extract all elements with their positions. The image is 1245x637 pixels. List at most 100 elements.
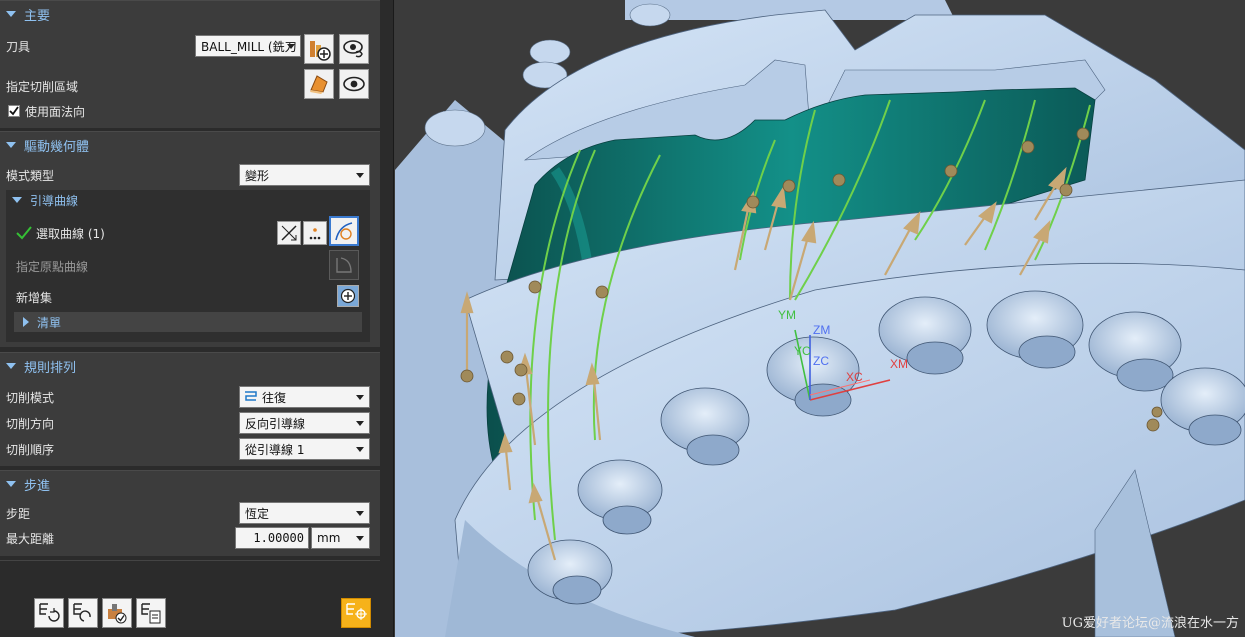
collapse-triangle-icon xyxy=(12,197,22,203)
step-value: 恆定 xyxy=(245,506,270,521)
cut-direction-label: 切削方向 xyxy=(6,416,55,431)
zigzag-icon xyxy=(245,391,257,401)
specify-origin-button[interactable] xyxy=(329,250,359,280)
operation-dialog-panel: 主要 刀具 BALL_MILL (銑刀 指定切削區域 使用面法向 驅動幾何體 模… xyxy=(0,0,394,637)
cut-order-row: 切削順序 從引導線 1 xyxy=(0,436,380,462)
chevron-down-icon xyxy=(356,536,364,541)
max-distance-label: 最大距離 xyxy=(6,531,55,546)
select-curve-label: 選取曲線 (1) xyxy=(36,226,105,241)
cut-mode-label: 切削模式 xyxy=(6,390,55,405)
axis-label-zm: ZM xyxy=(813,323,831,337)
pattern-group: 規則排列 切削模式 往復 切削方向 反向引導線 切削順序 從引導線 1 xyxy=(0,352,380,466)
display-tool-button[interactable] xyxy=(339,34,369,64)
expand-triangle-icon xyxy=(23,317,29,327)
stepover-group-header[interactable]: 步進 xyxy=(0,471,380,497)
tool-select-value: BALL_MILL (銑刀 xyxy=(201,39,297,54)
specify-origin-row: 指定原點曲線 xyxy=(6,253,370,279)
curve-rule-button[interactable] xyxy=(277,221,301,245)
drive-group-title: 驅動幾何體 xyxy=(24,139,90,155)
mode-type-row: 模式類型 變形 xyxy=(0,162,380,188)
new-tool-icon xyxy=(310,41,331,61)
guide-curves-header[interactable]: 引導曲線 xyxy=(6,190,370,210)
curve-arc-icon xyxy=(335,222,353,241)
cut-direction-value: 反向引導線 xyxy=(245,416,306,431)
pattern-group-header[interactable]: 規則排列 xyxy=(0,353,380,379)
display-tool-icon xyxy=(343,40,363,58)
replay-toolpath-icon xyxy=(73,603,91,622)
use-face-normal-row: 使用面法向 xyxy=(0,98,380,124)
display-cut-area-button[interactable] xyxy=(339,69,369,99)
replay-button[interactable] xyxy=(68,598,98,628)
axis-label-zc: ZC xyxy=(813,354,829,368)
stepover-group: 步進 步距 恆定 最大距離 1.00000 mm xyxy=(0,470,380,556)
graphics-viewport[interactable]: YM ZM YC ZC XC XM UG爱好者论坛@流浪在水一方 xyxy=(395,0,1245,637)
cut-mode-select[interactable]: 往復 xyxy=(239,386,370,408)
cut-mode-row: 切削模式 往復 xyxy=(0,384,380,410)
chevron-down-icon xyxy=(356,447,364,452)
step-select[interactable]: 恆定 xyxy=(239,502,370,524)
main-group-header[interactable]: 主要 xyxy=(0,1,380,27)
cut-direction-row: 切削方向 反向引導線 xyxy=(0,410,380,436)
part-model xyxy=(395,0,1245,637)
mode-type-select[interactable]: 變形 xyxy=(239,164,370,186)
list-toolpath-icon xyxy=(141,603,161,624)
main-group: 主要 刀具 BALL_MILL (銑刀 指定切削區域 使用面法向 xyxy=(0,0,380,128)
use-face-normal-checkbox[interactable] xyxy=(8,105,20,117)
mode-type-value: 變形 xyxy=(245,168,270,183)
chevron-down-icon xyxy=(356,421,364,426)
unit-select[interactable]: mm xyxy=(311,527,370,549)
operation-options-icon xyxy=(346,603,367,620)
add-circle-icon xyxy=(340,288,356,304)
tool-label: 刀具 xyxy=(6,39,31,54)
cut-area-icon xyxy=(310,75,328,94)
collapse-triangle-icon xyxy=(6,142,16,148)
chevron-down-icon xyxy=(356,511,364,516)
axis-label-ym: YM xyxy=(778,308,796,322)
add-set-button[interactable] xyxy=(337,285,359,307)
check-green-icon xyxy=(16,226,32,240)
chevron-down-icon xyxy=(356,395,364,400)
list-toolpath-button[interactable] xyxy=(136,598,166,628)
curve-select-active-button[interactable] xyxy=(329,216,359,246)
generate-toolpath-icon xyxy=(39,603,60,622)
origin-curve-icon xyxy=(336,257,352,273)
points-icon xyxy=(309,228,321,240)
display-eye-icon xyxy=(343,76,365,92)
generate-button[interactable] xyxy=(34,598,64,628)
verify-button[interactable] xyxy=(102,598,132,628)
drive-group-header[interactable]: 驅動幾何體 xyxy=(0,132,380,158)
axis-label-xc: XC xyxy=(846,370,863,384)
unit-value: mm xyxy=(317,531,341,545)
select-cut-area-button[interactable] xyxy=(304,69,334,99)
operation-options-button[interactable] xyxy=(341,598,371,628)
watermark-text: UG爱好者论坛@流浪在水一方 xyxy=(1061,616,1239,631)
cut-mode-value: 往復 xyxy=(262,390,287,405)
action-bar xyxy=(0,560,380,637)
collapse-triangle-icon xyxy=(6,11,16,17)
pattern-group-title: 規則排列 xyxy=(24,360,77,376)
point-dialog-button[interactable] xyxy=(303,221,327,245)
collapse-triangle-icon xyxy=(6,363,16,369)
guide-curves-subgroup: 引導曲線 選取曲線 (1) 指定原點曲線 新增集 清單 xyxy=(6,190,370,342)
stepover-group-title: 步進 xyxy=(24,478,51,494)
cut-direction-select[interactable]: 反向引導線 xyxy=(239,412,370,434)
tool-select[interactable]: BALL_MILL (銑刀 xyxy=(195,35,301,57)
checkmark-icon xyxy=(9,106,19,116)
list-label: 清單 xyxy=(37,315,62,330)
curve-select-icon xyxy=(281,225,297,241)
guide-curves-title: 引導曲線 xyxy=(30,193,79,208)
list-expander[interactable]: 清單 xyxy=(14,312,362,332)
cut-order-label: 切削順序 xyxy=(6,442,55,457)
collapse-triangle-icon xyxy=(6,481,16,487)
mode-type-label: 模式類型 xyxy=(6,168,55,183)
step-row: 步距 恆定 xyxy=(0,500,380,526)
axis-label-xm: XM xyxy=(890,357,908,371)
cut-order-value: 從引導線 1 xyxy=(245,442,305,457)
new-tool-button[interactable] xyxy=(304,34,334,64)
chevron-down-icon xyxy=(287,44,295,49)
max-distance-input[interactable]: 1.00000 xyxy=(235,527,309,549)
chevron-down-icon xyxy=(356,173,364,178)
add-set-label: 新增集 xyxy=(16,290,53,305)
verify-toolpath-icon xyxy=(108,604,127,624)
cut-order-select[interactable]: 從引導線 1 xyxy=(239,438,370,460)
